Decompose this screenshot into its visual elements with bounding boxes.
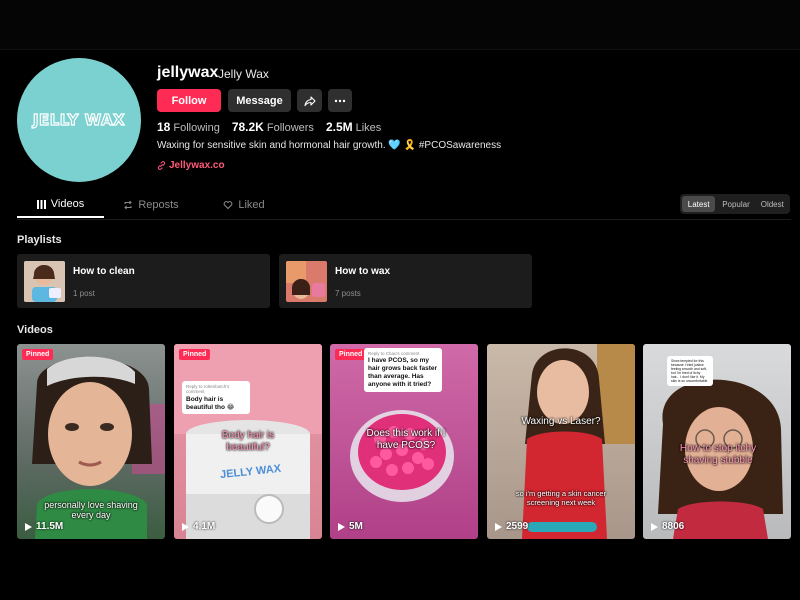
video-card[interactable]: Pinned personally love shaving every day… [17,344,165,539]
playlist-card[interactable]: How to wax 7 posts [279,254,532,308]
repost-icon [124,200,133,210]
video-caption: How to stop itchy shaving stubble [679,443,757,466]
video-caption: Waxing vs Laser? [521,416,601,427]
playlist-thumbnail [24,261,65,302]
view-count: 11.5M [25,521,63,532]
view-count: 5M [338,521,363,532]
view-count: 8806 [651,521,684,532]
play-icon [25,522,32,531]
top-bar [0,0,800,50]
playlist-name: How to clean [73,266,135,277]
comment-text: Since tempted for this because I tried j… [671,359,708,384]
sort-toggle: Latest Popular Oldest [680,194,790,214]
video-caption: Does this work if I have PCOS? [366,428,446,451]
sort-oldest[interactable]: Oldest [757,196,788,212]
followers-stat[interactable]: 78.2K Followers [232,120,314,134]
message-button[interactable]: Message [228,89,291,112]
video-card[interactable]: Pinned Reply to rottenbutch's comment Bo… [174,344,322,539]
playlist-name: How to wax [335,266,391,277]
profile-link[interactable]: Jellywax.co [157,160,225,171]
share-button[interactable] [297,89,322,112]
playlist-card[interactable]: How to clean 1 post [17,254,270,308]
share-icon [303,95,316,106]
tab-liked[interactable]: Liked [198,192,290,218]
video-card[interactable]: Pinned Reply to Chau's comment I have PC… [330,344,478,539]
playlist-count: 7 posts [335,289,361,298]
avatar-logo: JELLY WAX [32,110,126,129]
grid-icon [36,199,46,209]
play-icon [338,522,345,531]
videos-heading: Videos [17,324,53,336]
likes-stat: 2.5M Likes [325,120,382,134]
play-icon [651,522,658,531]
video-caption: Body hair is beautiful? [221,430,275,453]
comment-reply-label: Reply to Chau's comment [368,351,420,356]
sort-latest[interactable]: Latest [682,196,716,212]
video-thumbnail [658,379,783,539]
tab-videos[interactable]: Videos [17,192,104,218]
username: jellywax [157,64,219,81]
video-thumbnail [522,344,635,539]
pinned-badge: Pinned [22,349,54,360]
play-icon [495,522,502,531]
tab-divider [17,219,791,220]
following-stat[interactable]: 18 Following [157,120,220,134]
pinned-badge: Pinned [335,349,367,360]
view-count: 2599 [495,521,528,532]
sort-popular[interactable]: Popular [717,196,754,212]
bottom-bar [0,544,800,600]
comment-bubble: Since tempted for this because I tried j… [667,356,713,387]
more-options-button[interactable] [328,89,352,112]
play-icon [182,522,189,531]
playlist-count: 1 post [73,289,95,298]
video-caption: personally love shaving every day [44,500,138,521]
tab-reposts[interactable]: Reposts [104,192,198,218]
comment-bubble: Reply to rottenbutch's comment Body hair… [182,381,250,415]
video-card[interactable]: Waxing vs Laser? so i'm getting a skin c… [487,344,635,539]
view-count: 4.1M [182,521,215,532]
profile-stats: 18 Following 78.2K Followers 2.5M Likes [157,120,381,134]
profile-avatar[interactable]: JELLY WAX [17,58,141,182]
liked-heart-icon [223,201,233,210]
comment-bubble: Reply to Chau's comment I have PCOS, so … [364,348,442,392]
more-icon [334,99,346,102]
profile-tabs: Videos Reposts Liked [17,192,290,218]
playlist-thumbnail [286,261,327,302]
comment-reply-label: Reply to rottenbutch's comment [186,384,230,395]
profile-bio: Waxing for sensitive skin and hormonal h… [157,140,502,151]
comment-text: Body hair is beautiful tho 😂 [186,395,235,411]
video-card[interactable]: Since tempted for this because I tried j… [643,344,791,539]
comment-text: I have PCOS, so my hair grows back faste… [368,357,437,388]
playlists-heading: Playlists [17,234,62,246]
display-name: Jelly Wax [218,67,269,81]
link-icon [157,161,166,170]
video-subcaption: so i'm getting a skin cancer screening n… [515,489,607,507]
follow-button[interactable]: Follow [157,89,221,112]
pinned-badge: Pinned [179,349,211,360]
